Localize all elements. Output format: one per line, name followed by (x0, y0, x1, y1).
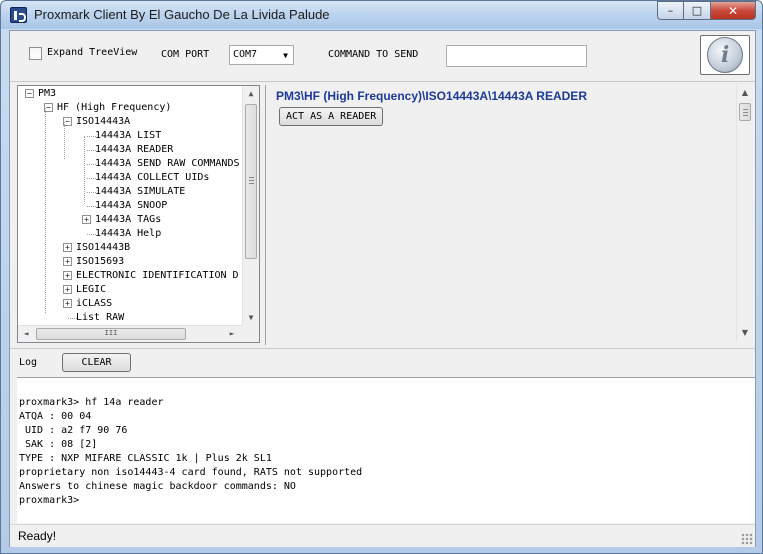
log-label: Log (19, 357, 38, 368)
log-line: UID : a2 f7 90 76 (19, 425, 128, 436)
tree-vertical-scrollbar[interactable]: ▲ ▼ (242, 86, 259, 326)
tree-node[interactable]: ISO15693 (76, 255, 124, 269)
log-lines: proxmark3> hf 14a reader ATQA : 00 04 UID… (19, 396, 362, 508)
minimize-button[interactable]: – (657, 1, 684, 20)
com-port-value: COM7 (233, 49, 258, 60)
tree-node[interactable]: 14443A SNOOP (95, 199, 167, 213)
panel-vscroll-thumb[interactable] (739, 103, 751, 121)
log-line: proxmark3> (19, 495, 80, 506)
panel-vertical-scrollbar[interactable]: ▲ ▼ (736, 85, 753, 341)
tree-node[interactable]: HF (High Frequency) (57, 101, 171, 115)
command-label: COMMAND TO SEND (328, 49, 419, 60)
expand-treeview-label: Expand TreeView (47, 47, 138, 58)
scroll-down-icon[interactable]: ▼ (243, 310, 259, 326)
tree-node[interactable]: List RAW (76, 311, 124, 325)
tree-node[interactable]: 14443A TAGs (95, 213, 161, 227)
tree-node[interactable]: 14443A Help (95, 227, 161, 241)
scroll-up-icon[interactable]: ▲ (243, 86, 259, 102)
chevron-down-icon: ▼ (283, 51, 288, 60)
log-line: proxmark3> hf 14a reader (19, 397, 164, 408)
tree-expander-icon[interactable]: + (63, 243, 72, 252)
log-line: Answers to chinese magic backdoor comman… (19, 481, 296, 492)
resize-grip-icon[interactable] (741, 533, 753, 545)
tree-node[interactable]: 14443A LIST (95, 129, 161, 143)
scroll-up-icon[interactable]: ▲ (737, 85, 753, 101)
info-button[interactable]: i (700, 35, 750, 75)
close-button[interactable]: ✕ (711, 1, 756, 20)
tree-node[interactable]: 14443A COLLECT UIDs (95, 171, 209, 185)
command-path-label: PM3\HF (High Frequency)\ISO14443A\14443A… (276, 89, 587, 103)
tree-expander-icon[interactable]: + (82, 215, 91, 224)
tree-node[interactable]: PM3 (38, 87, 56, 101)
tree-node[interactable]: 14443A READER (95, 143, 173, 157)
clear-log-button[interactable]: CLEAR (62, 353, 131, 372)
client-area: Expand TreeView COM PORT COM7 ▼ COMMAND … (9, 30, 756, 547)
tree-expander-icon[interactable]: + (63, 285, 72, 294)
app-icon (10, 7, 27, 23)
log-line: SAK : 08 [2] (19, 439, 98, 450)
window-title: Proxmark Client By El Gaucho De La Livid… (34, 7, 330, 22)
scroll-down-icon[interactable]: ▼ (737, 325, 753, 341)
command-tree[interactable]: ▲ ▼ ◄ III ► − PM3− HF (High Frequency) − ISO… (17, 85, 260, 343)
scroll-right-icon[interactable]: ► (224, 326, 240, 342)
com-port-label: COM PORT (161, 49, 210, 60)
act-as-reader-button[interactable]: ACT AS A READER (279, 107, 384, 126)
tree-node[interactable]: ELECTRONIC IDENTIFICATION D (76, 269, 239, 283)
tree-expander-icon[interactable]: + (63, 271, 72, 280)
title-bar[interactable]: Proxmark Client By El Gaucho De La Livid… (1, 1, 762, 29)
tree-vscroll-thumb[interactable] (245, 104, 257, 259)
info-icon-glyph: i (721, 42, 730, 68)
tree-expander-icon[interactable]: − (25, 89, 34, 98)
log-line: TYPE : NXP MIFARE CLASSIC 1k | Plus 2k S… (19, 453, 272, 464)
maximize-button[interactable]: □ (684, 1, 711, 20)
tree-expander-icon[interactable]: + (63, 299, 72, 308)
tree-node[interactable]: LEGIC (76, 283, 106, 297)
command-panel: PM3\HF (High Frequency)\ISO14443A\14443A… (265, 85, 755, 345)
toolbar: Expand TreeView COM PORT COM7 ▼ COMMAND … (10, 31, 755, 81)
split-container: ▲ ▼ ◄ III ► − PM3− HF (High Frequency) − ISO… (10, 81, 755, 349)
window-controls: – □ ✕ (657, 1, 756, 20)
log-toolbar: Log CLEAR (10, 349, 755, 376)
com-port-select[interactable]: COM7 ▼ (229, 45, 294, 65)
app-window: Proxmark Client By El Gaucho De La Livid… (0, 0, 763, 554)
tree-horizontal-scrollbar[interactable]: ◄ III ► (18, 325, 242, 342)
log-line: proprietary non iso14443-4 card found, R… (19, 467, 363, 478)
log-output[interactable]: proxmark3> hf 14a reader ATQA : 00 04 UID… (17, 377, 755, 523)
tree-node[interactable]: 14443A SIMULATE (95, 185, 185, 199)
status-text: Ready! (18, 529, 57, 543)
tree-node[interactable]: 14443A SEND RAW COMMANDS (95, 157, 240, 171)
tree-expander-icon[interactable]: + (63, 257, 72, 266)
tree-hscroll-thumb[interactable]: III (36, 328, 186, 340)
command-input[interactable] (446, 45, 587, 67)
tree-node[interactable]: iCLASS (76, 297, 112, 311)
status-bar: Ready! (10, 524, 755, 547)
expand-treeview-checkbox[interactable] (29, 47, 42, 60)
log-line: ATQA : 00 04 (19, 411, 92, 422)
scroll-left-icon[interactable]: ◄ (18, 326, 34, 342)
tree-node[interactable]: ISO14443B (76, 241, 130, 255)
info-icon: i (707, 37, 743, 73)
tree-node[interactable]: ISO14443A (76, 115, 130, 129)
